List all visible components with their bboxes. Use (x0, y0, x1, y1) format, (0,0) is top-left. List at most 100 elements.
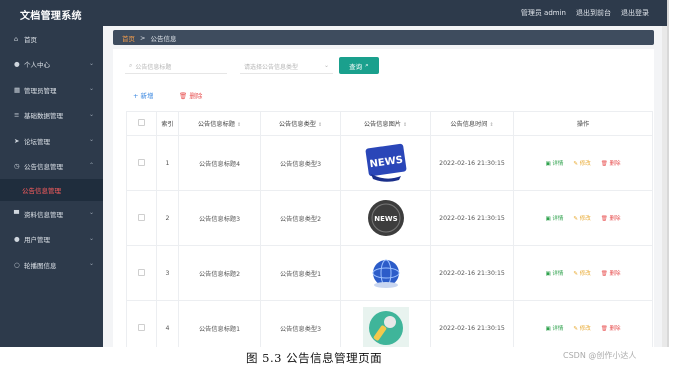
microphone-image[interactable] (362, 307, 409, 347)
row-select-cell[interactable] (126, 135, 157, 191)
sidebar-item-base-data[interactable]: ≡ 基础数据管理 ⌄ (0, 103, 103, 129)
select-all-cell[interactable] (126, 111, 157, 136)
col-header-time[interactable]: 公告信息时间 ⇕ (430, 111, 514, 136)
sidebar-item-announcements[interactable]: ◷ 公告信息管理 ⌃ (0, 154, 103, 180)
row-checkbox[interactable] (138, 158, 145, 166)
send-icon: ➤ (14, 136, 20, 145)
back-to-frontend-link[interactable]: 退出到前台 (576, 8, 611, 18)
sort-icon[interactable]: ⇕ (237, 122, 241, 128)
row-type: 公告信息类型1 (260, 245, 341, 301)
edit-button[interactable]: ✎ 修改 (573, 159, 590, 167)
row-type: 公告信息类型3 (260, 300, 341, 347)
row-title: 公告信息标题1 (178, 300, 261, 347)
sidebar-item-forum[interactable]: ➤ 论坛管理 ⌄ (0, 128, 103, 154)
detail-button[interactable]: ▣ 详情 (545, 214, 563, 222)
figure-caption: 图 5.3 公告信息管理页面 (246, 351, 383, 365)
grid-icon: ▦ (14, 85, 21, 94)
type-select[interactable]: 请选择公告信息类型 ⌄ (240, 59, 333, 74)
add-button[interactable]: + 新增 (133, 90, 154, 100)
sidebar-subitem-announcements[interactable]: 公告信息管理 (0, 179, 103, 201)
sidebar-item-label: 基础数据管理 (24, 112, 63, 121)
bulk-delete-button[interactable]: 🗑 删除 (179, 90, 202, 100)
delete-button[interactable]: 🗑 删除 (601, 269, 621, 277)
col-header-title[interactable]: 公告信息标题 ⇕ (178, 111, 261, 136)
logout-link[interactable]: 退出登录 (621, 8, 649, 18)
search-icon: ⌕ (129, 62, 133, 69)
row-image-cell: NEWS (340, 190, 431, 246)
sidebar-item-label: 公告信息管理 (22, 187, 61, 195)
col-header-actions: 操作 (513, 111, 653, 136)
list-icon: ≡ (14, 111, 20, 120)
breadcrumb-current: 公告信息 (150, 34, 177, 43)
clock-icon: ◷ (14, 162, 20, 171)
edit-button[interactable]: ✎ 修改 (573, 214, 590, 222)
news-circle-image[interactable]: NEWS (363, 197, 409, 239)
news-banner-image[interactable]: NEWS (363, 142, 409, 184)
plus-icon: + (133, 92, 141, 100)
edit-button[interactable]: ✎ 修改 (573, 269, 590, 277)
sidebar-item-admins[interactable]: ▦ 管理员管理 ⌄ (0, 77, 103, 103)
row-checkbox[interactable] (138, 323, 145, 331)
announcements-table: 索引 公告信息标题 ⇕ 公告信息类型 ⇕ 公告信息图片 ⇕ 公告信息时间 ⇕ 操… (126, 111, 653, 347)
chevron-down-icon: ⌄ (88, 85, 94, 92)
row-actions: ▣ 详情 ✎ 修改 🗑 删除 (513, 190, 653, 246)
row-index: 1 (156, 135, 179, 191)
sidebar-item-label: 个人中心 (24, 61, 50, 70)
sidebar-item-carousel[interactable]: ○ 轮播图信息 ⌄ (0, 252, 103, 278)
detail-button[interactable]: ▣ 详情 (545, 269, 563, 277)
sort-icon[interactable]: ⇕ (489, 122, 493, 128)
sidebar-item-users[interactable]: ● 用户管理 ⌄ (0, 227, 103, 253)
row-index: 3 (156, 245, 179, 301)
row-select-cell[interactable] (126, 190, 157, 246)
row-checkbox[interactable] (138, 268, 145, 276)
detail-button[interactable]: ▣ 详情 (545, 324, 563, 332)
row-select-cell[interactable] (126, 300, 157, 347)
query-label: 查询 (349, 62, 363, 71)
sort-icon[interactable]: ⇕ (318, 122, 322, 128)
row-time: 2022-02-16 21:30:15 (430, 135, 514, 191)
globe-image[interactable] (363, 252, 409, 294)
title-search-input[interactable]: ⌕ 公告信息标题 (125, 59, 227, 74)
vertical-scrollbar[interactable] (662, 26, 667, 347)
select-all-checkbox[interactable] (138, 119, 145, 126)
search-icon: ⌕ (365, 61, 369, 69)
sidebar-item-documents[interactable]: ▀ 资料信息管理 ⌄ (0, 201, 103, 227)
row-time: 2022-02-16 21:30:15 (430, 300, 514, 347)
home-icon: ⌂ (14, 34, 19, 43)
row-select-cell[interactable] (126, 245, 157, 301)
row-type: 公告信息类型2 (260, 190, 341, 246)
watermark: CSDN @创作小达人 (563, 351, 637, 360)
query-button[interactable]: 查询 ⌕ (339, 57, 379, 74)
delete-button[interactable]: 🗑 删除 (601, 159, 621, 167)
row-title: 公告信息标题3 (178, 190, 261, 246)
col-header-index: 索引 (156, 111, 179, 136)
table-header-row: 索引 公告信息标题 ⇕ 公告信息类型 ⇕ 公告信息图片 ⇕ 公告信息时间 ⇕ 操… (126, 111, 653, 136)
table-row: 1 公告信息标题4 公告信息类型3 NEWS 2022-02-16 21:30:… (126, 135, 653, 191)
sidebar-item-label: 资料信息管理 (24, 210, 63, 219)
sidebar-item-label: 用户管理 (24, 236, 50, 245)
detail-button[interactable]: ▣ 详情 (545, 159, 563, 167)
sidebar-item-label: 论坛管理 (24, 137, 50, 146)
sidebar-item-label: 首页 (24, 35, 37, 44)
row-image-cell: NEWS (340, 135, 431, 191)
row-checkbox[interactable] (138, 213, 145, 221)
breadcrumb-home[interactable]: 首页 (122, 33, 135, 43)
chevron-down-icon: ⌄ (88, 260, 94, 267)
col-header-time-label: 公告信息时间 (450, 121, 488, 128)
app-title: 文档管理系统 (20, 11, 82, 22)
content-panel: ⌕ 公告信息标题 请选择公告信息类型 ⌄ 查询 ⌕ + 新增 🗑 删除 索引 公… (113, 49, 654, 347)
col-header-type-label: 公告信息类型 (278, 121, 316, 128)
sidebar-item-profile[interactable]: ● 个人中心 ⌄ (0, 52, 103, 78)
main-content: 首页 > 公告信息 ⌕ 公告信息标题 请选择公告信息类型 ⌄ 查询 ⌕ + 新增… (103, 26, 667, 347)
col-header-image[interactable]: 公告信息图片 ⇕ (340, 111, 431, 136)
sidebar-item-label: 管理员管理 (24, 86, 57, 95)
delete-button[interactable]: 🗑 删除 (601, 324, 621, 332)
sidebar-item-home[interactable]: ⌂ 首页 (0, 26, 103, 52)
col-header-type[interactable]: 公告信息类型 ⇕ (260, 111, 341, 136)
delete-button[interactable]: 🗑 删除 (601, 214, 621, 222)
edit-button[interactable]: ✎ 修改 (573, 324, 590, 332)
chevron-down-icon: ⌄ (88, 209, 94, 216)
sort-icon[interactable]: ⇕ (403, 122, 407, 128)
row-index: 2 (156, 190, 179, 246)
delete-label: 删除 (189, 92, 203, 100)
